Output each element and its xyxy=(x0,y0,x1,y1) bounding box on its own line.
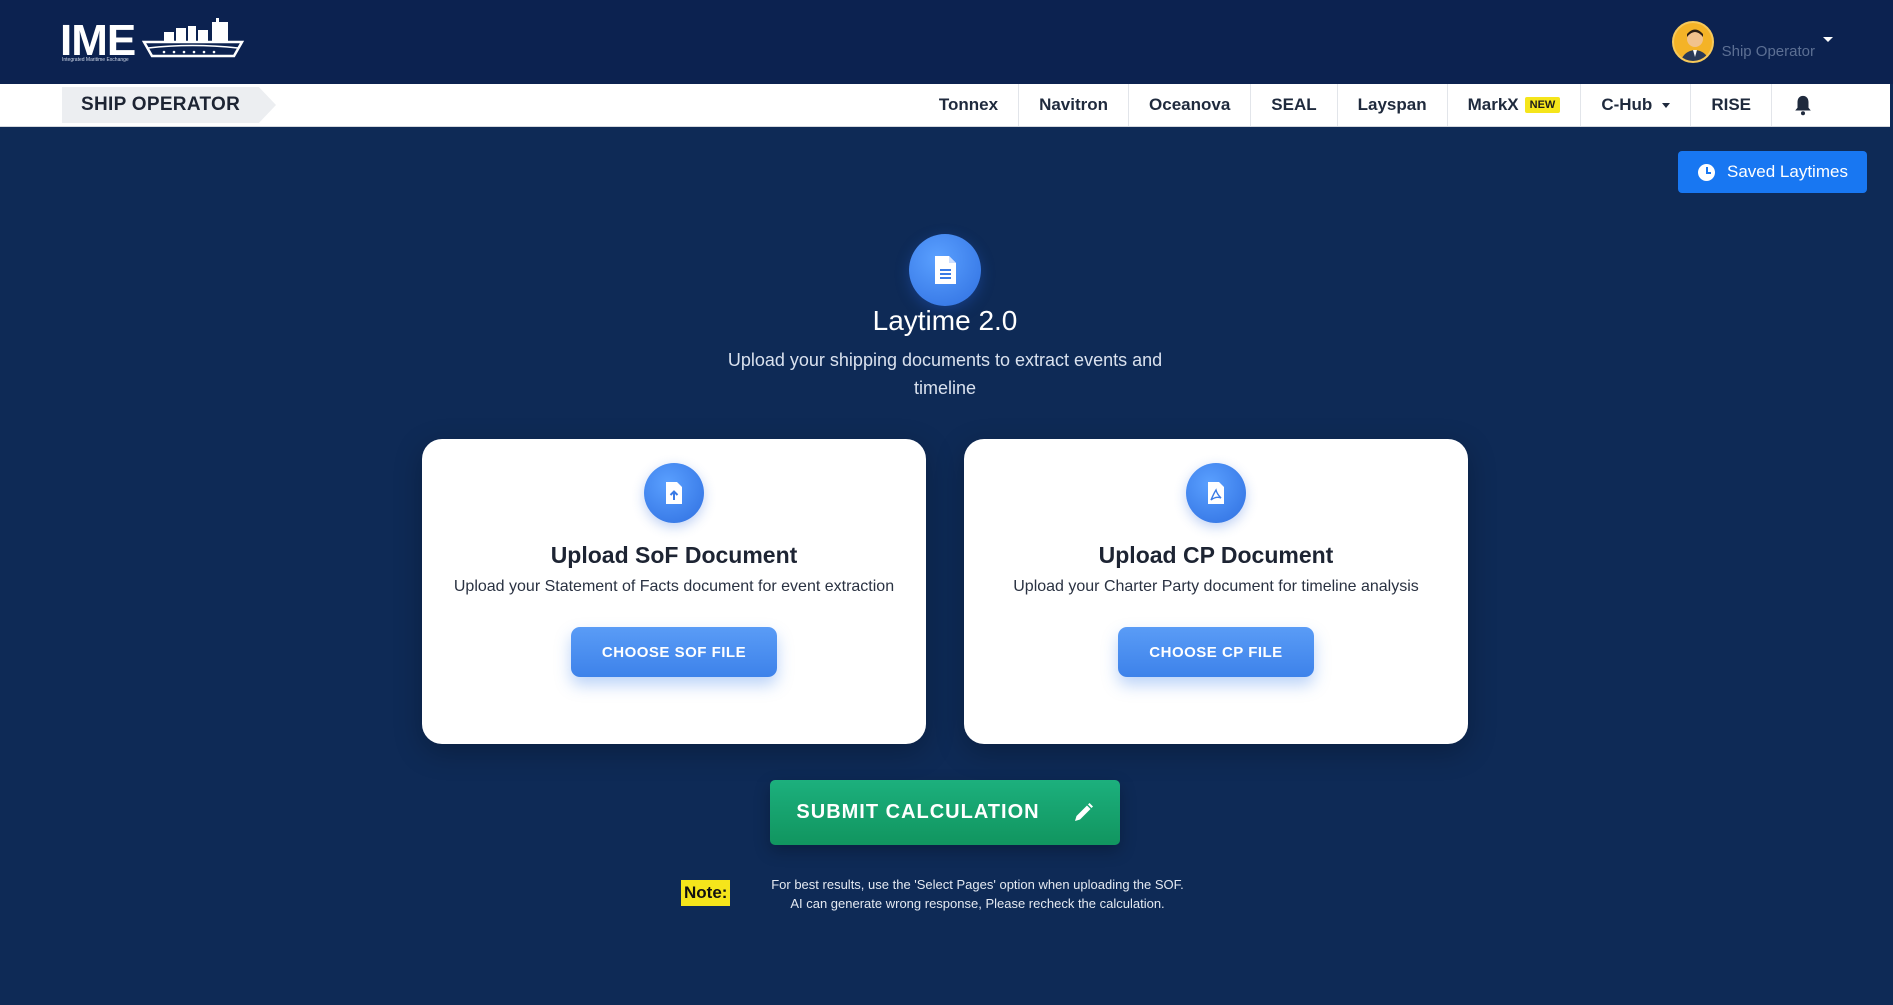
upload-sof-card: Upload SoF Document Upload your Statemen… xyxy=(422,439,926,744)
sof-card-title: Upload SoF Document xyxy=(550,542,798,568)
user-avatar xyxy=(1671,21,1714,63)
note-line-1: For best results, use the 'Select Pages'… xyxy=(771,877,1184,892)
bell-icon xyxy=(1795,95,1811,116)
main-navbar: SHIP OPERATOR Tonnex Navitron Oceanova S… xyxy=(0,84,1890,127)
nav-item-c-hub[interactable]: C-Hub xyxy=(1581,84,1692,126)
cp-card-title: Upload CP Document xyxy=(1098,542,1334,568)
nav-item-label: RISE xyxy=(1711,95,1751,114)
document-icon xyxy=(909,234,981,306)
note-text: For best results, use the 'Select Pages'… xyxy=(740,875,1215,913)
nav-item-label: Navitron xyxy=(1039,95,1109,114)
choose-sof-file-button[interactable]: CHOOSE SOF FILE xyxy=(571,627,777,677)
saved-laytimes-button[interactable]: Saved Laytimes xyxy=(1678,151,1867,193)
submit-label: SUBMIT CALCULATION xyxy=(796,801,1040,823)
ship-logo-icon xyxy=(142,18,245,58)
top-header: IME Integrated Maritime Exchange Ship Op… xyxy=(0,0,1893,84)
user-name: Ship Operator xyxy=(1721,42,1815,60)
page-title: Laytime 2.0 xyxy=(872,305,1018,336)
chevron-down-icon xyxy=(1662,102,1671,108)
nav-item-label: C-Hub xyxy=(1601,95,1653,114)
nav-item-label: MarkX xyxy=(1467,95,1519,114)
nav-menu: Tonnex Navitron Oceanova SEAL Layspan Ma… xyxy=(919,84,1834,126)
breadcrumb: SHIP OPERATOR xyxy=(62,87,276,123)
nav-item-seal[interactable]: SEAL xyxy=(1251,84,1338,126)
nav-item-tonnex[interactable]: Tonnex xyxy=(919,84,1020,126)
chevron-down-icon[interactable] xyxy=(1823,36,1833,42)
notifications-button[interactable] xyxy=(1772,84,1834,126)
new-badge: NEW xyxy=(1524,97,1561,113)
clock-icon xyxy=(1698,163,1715,181)
nav-item-rise[interactable]: RISE xyxy=(1691,84,1772,126)
nav-item-oceanova[interactable]: Oceanova xyxy=(1129,84,1252,126)
cp-card-description: Upload your Charter Party document for t… xyxy=(1013,578,1419,595)
nav-item-navitron[interactable]: Navitron xyxy=(1019,84,1130,126)
nav-item-label: Oceanova xyxy=(1149,95,1231,114)
pdf-file-icon xyxy=(1186,463,1246,523)
nav-item-markx[interactable]: MarkX NEW xyxy=(1448,84,1582,126)
nav-item-label: Tonnex xyxy=(938,95,999,114)
note-label: Note: xyxy=(681,880,731,906)
file-upload-icon xyxy=(644,463,704,523)
person-icon xyxy=(1680,29,1709,61)
page-subtitle: Upload your shipping documents to extrac… xyxy=(727,350,1163,398)
submit-calculation-button[interactable]: SUBMIT CALCULATION xyxy=(770,780,1120,845)
choose-cp-file-button[interactable]: CHOOSE CP FILE xyxy=(1118,627,1314,677)
logo-subtitle: Integrated Maritime Exchange xyxy=(62,57,129,63)
user-menu[interactable]: Ship Operator xyxy=(1671,20,1833,64)
nav-item-layspan[interactable]: Layspan xyxy=(1338,84,1448,126)
saved-laytimes-label: Saved Laytimes xyxy=(1727,162,1848,181)
sof-card-description: Upload your Statement of Facts document … xyxy=(453,578,895,595)
note-line-2: AI can generate wrong response, Please r… xyxy=(790,896,1165,911)
upload-cp-card: Upload CP Document Upload your Charter P… xyxy=(964,439,1468,744)
nav-item-label: Layspan xyxy=(1357,95,1427,114)
nav-item-label: SEAL xyxy=(1271,95,1317,114)
pencil-icon xyxy=(1074,802,1093,821)
ime-logo[interactable]: IME Integrated Maritime Exchange xyxy=(60,16,250,66)
